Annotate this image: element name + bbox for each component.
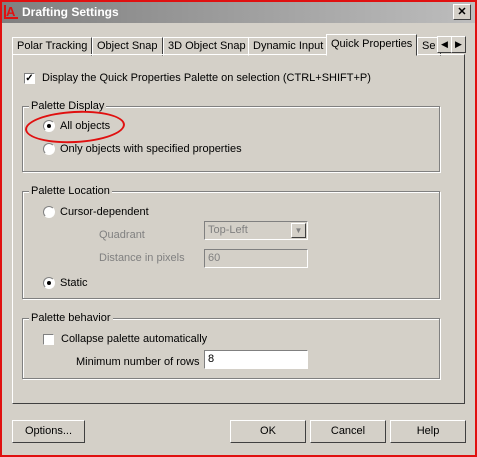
distance-label: Distance in pixels <box>99 252 185 264</box>
cancel-button[interactable]: Cancel <box>310 420 386 443</box>
tab-quick-properties[interactable]: Quick Properties <box>326 34 418 56</box>
cursor-dependent-label[interactable]: Cursor-dependent <box>60 206 149 218</box>
help-button[interactable]: Help <box>390 420 466 443</box>
display-palette-label[interactable]: Display the Quick Properties Palette on … <box>42 72 371 84</box>
quadrant-label: Quadrant <box>99 229 145 241</box>
ok-button[interactable]: OK <box>230 420 306 443</box>
min-rows-label: Minimum number of rows <box>76 356 200 368</box>
chevron-down-icon[interactable]: ▼ <box>291 223 306 238</box>
only-specified-radio[interactable] <box>43 143 55 155</box>
static-radio[interactable] <box>43 277 55 289</box>
distance-input[interactable]: 60 <box>204 249 308 268</box>
window-title: Drafting Settings <box>22 5 119 19</box>
static-label[interactable]: Static <box>60 277 88 289</box>
palette-location-title: Palette Location <box>29 185 112 197</box>
display-palette-checkbox[interactable]: ✓ <box>24 73 35 84</box>
tab-scroll-left-icon[interactable]: ◀ <box>437 36 452 53</box>
palette-display-title: Palette Display <box>29 100 107 112</box>
title-bar[interactable]: A Drafting Settings ✕ <box>2 2 475 23</box>
only-specified-label[interactable]: Only objects with specified properties <box>60 143 242 155</box>
app-icon: A <box>4 5 18 19</box>
tab-scroll-right-icon[interactable]: ▶ <box>451 36 466 53</box>
close-button[interactable]: ✕ <box>453 4 471 20</box>
palette-behavior-title: Palette behavior <box>29 312 113 324</box>
quadrant-value: Top-Left <box>208 224 248 236</box>
options-button[interactable]: Options... <box>12 420 85 443</box>
cursor-dependent-radio[interactable] <box>43 206 55 218</box>
quadrant-dropdown[interactable]: Top-Left ▼ <box>204 221 308 240</box>
palette-behavior-group: Palette behavior <box>22 312 440 379</box>
collapse-palette-label[interactable]: Collapse palette automatically <box>61 333 207 345</box>
collapse-palette-checkbox[interactable] <box>43 334 54 345</box>
min-rows-input[interactable]: 8 <box>204 350 308 369</box>
